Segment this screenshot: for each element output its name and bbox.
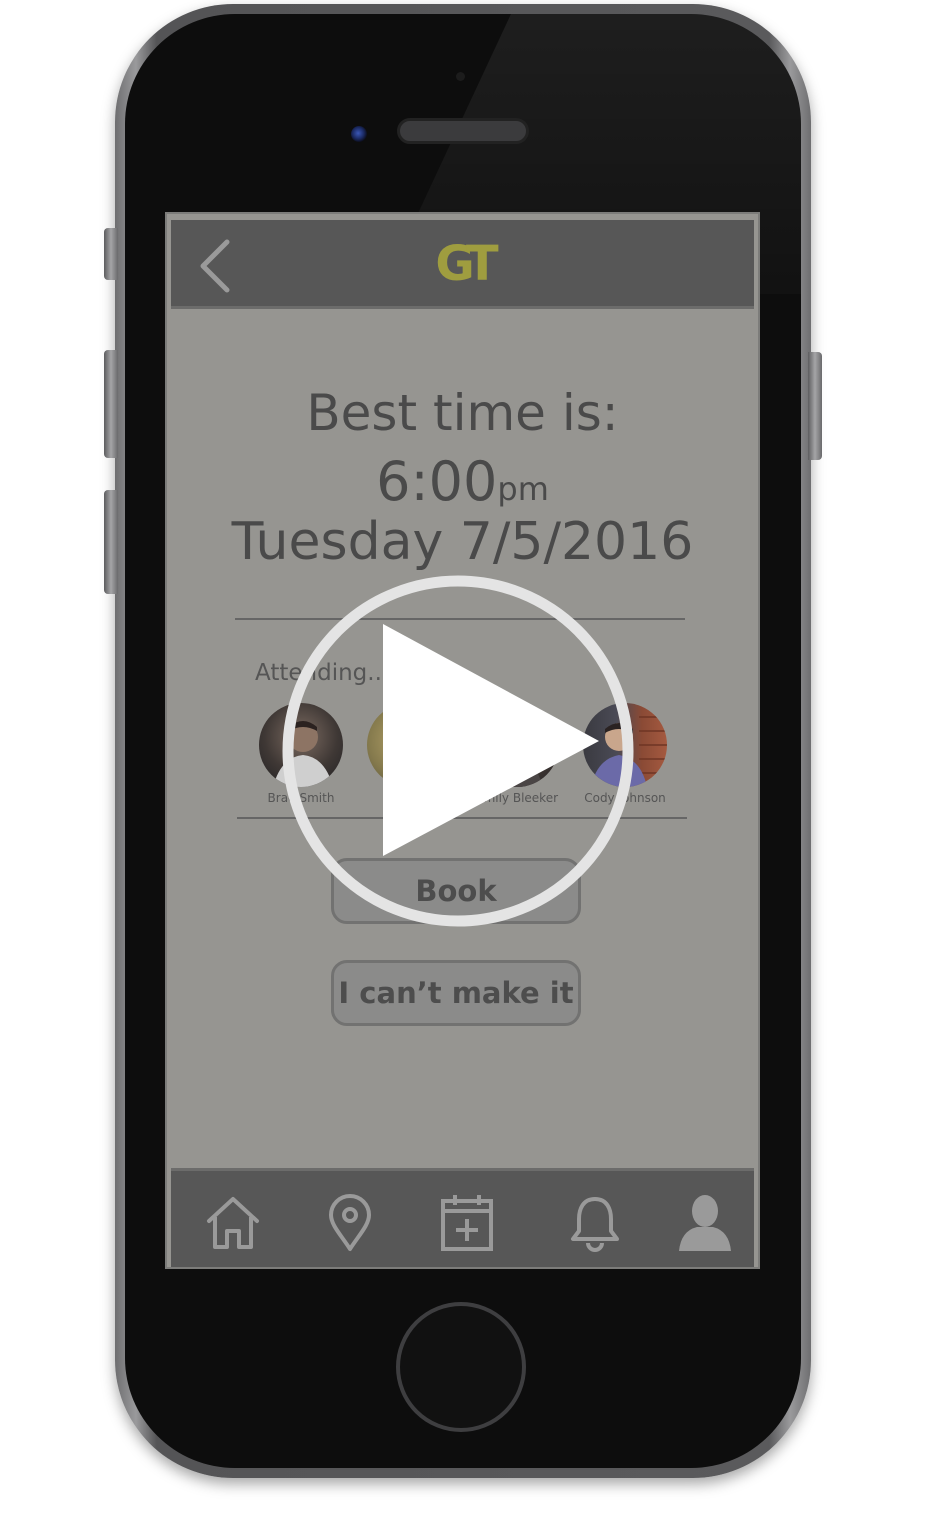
home-icon: [207, 1197, 259, 1249]
nav-profile[interactable]: [677, 1193, 733, 1253]
nav-location[interactable]: [325, 1193, 375, 1253]
earpiece-speaker: [397, 118, 529, 144]
nav-notifications[interactable]: [567, 1193, 623, 1253]
mute-switch: [104, 228, 118, 280]
best-time-heading: Best time is:: [306, 384, 619, 442]
best-time-ampm: pm: [497, 470, 549, 508]
power-button: [808, 352, 822, 460]
play-video-button[interactable]: [281, 574, 635, 928]
bottom-nav: [171, 1168, 754, 1267]
app-logo: GT: [435, 236, 498, 292]
best-time-value: 6:00pm: [167, 450, 758, 513]
volume-up-button: [104, 350, 118, 458]
play-icon: [282, 575, 634, 927]
calendar-add-icon: [441, 1195, 493, 1251]
cant-make-it-button[interactable]: I can’t make it: [331, 960, 581, 1026]
best-time-date: Tuesday 7/5/2016: [231, 512, 694, 572]
volume-down-button: [104, 490, 118, 594]
nav-home[interactable]: [203, 1193, 263, 1253]
top-bar: GT: [171, 220, 754, 309]
chevron-left-icon: [200, 239, 230, 293]
nav-create-event[interactable]: [437, 1193, 497, 1253]
back-button[interactable]: [195, 238, 239, 294]
location-pin-icon: [329, 1194, 371, 1251]
best-time-time: 6:00: [376, 450, 498, 513]
home-button[interactable]: [396, 1302, 526, 1432]
proximity-sensor: [456, 72, 465, 81]
profile-icon: [679, 1195, 731, 1251]
front-camera: [351, 126, 367, 142]
bell-icon: [571, 1197, 619, 1252]
